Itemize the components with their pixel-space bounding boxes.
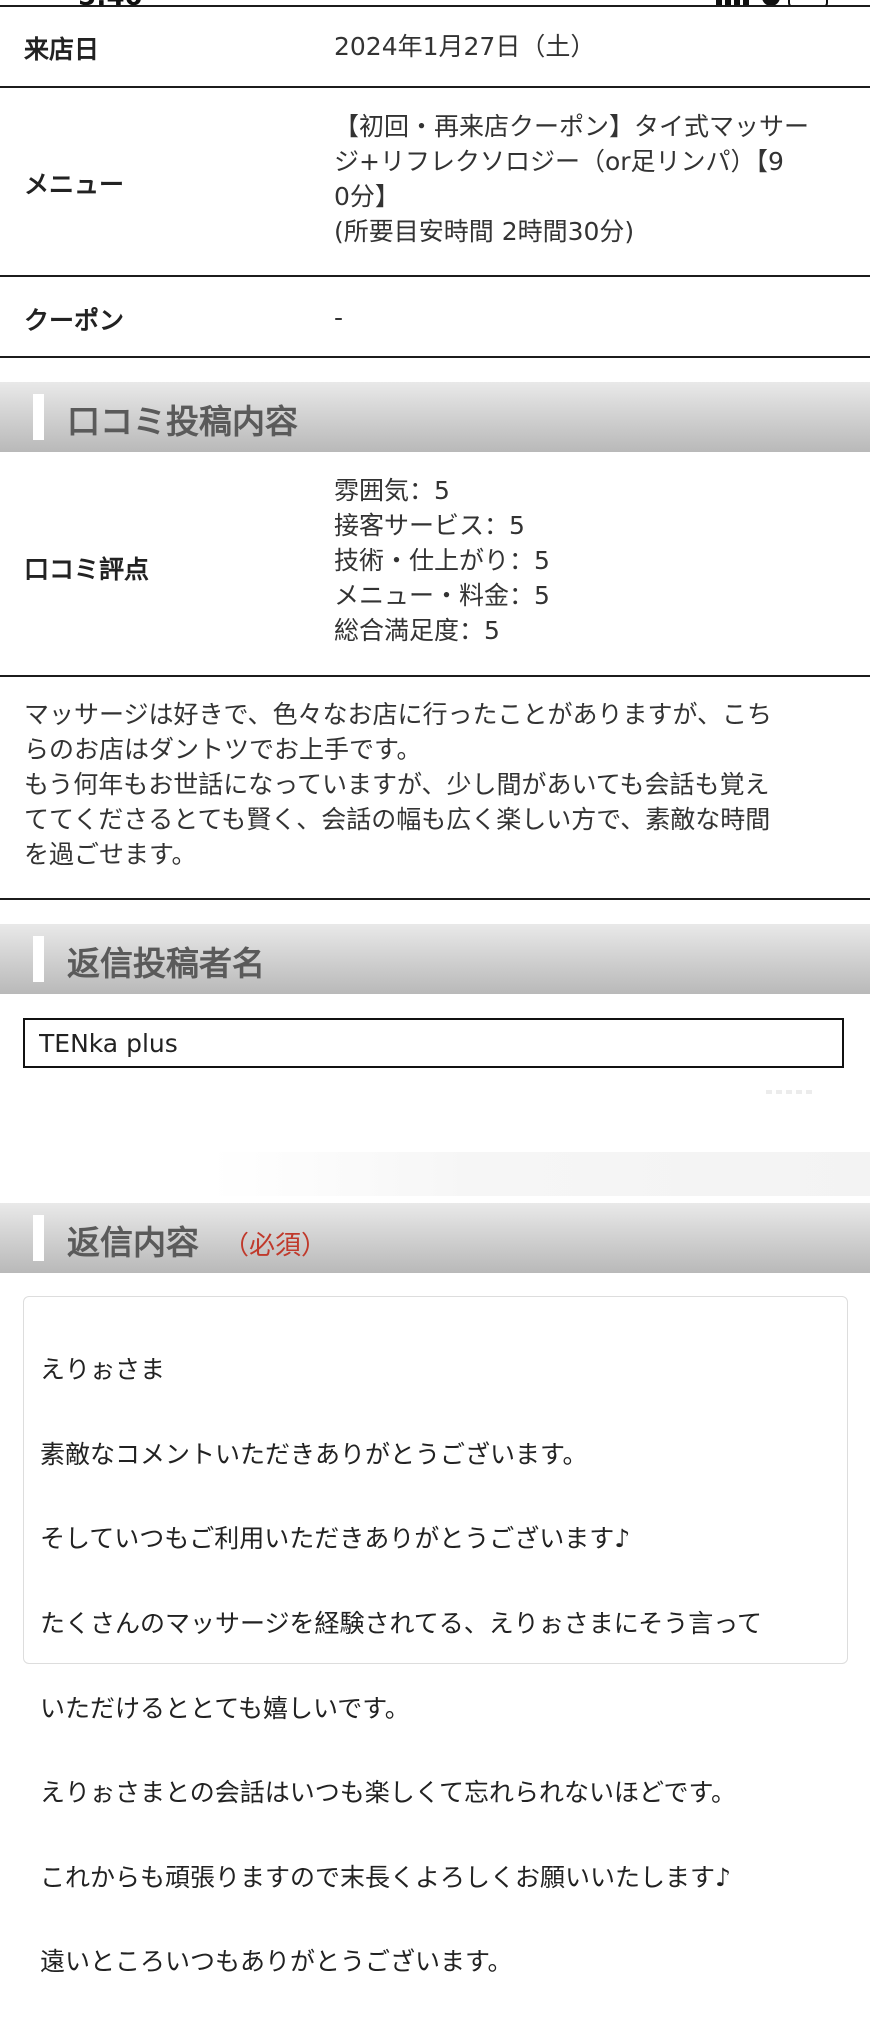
review-text-line: ててくださるとても賢く、会話の幅も広く楽しい方で、素敵な時間 [24,805,771,834]
review-text: マッサージは好きで、色々なお店に行ったことがありますが、こち らのお店はダントツ… [24,697,850,872]
menu-duration: (所要目安時間 2時間30分) [334,217,635,246]
faint-text [766,1090,816,1094]
menu-row: メニュー 【初回・再来店クーポン】タイ式マッサー ジ+リフレクソロジー（or足リ… [0,88,870,275]
coupon-label: クーポン [24,306,125,335]
review-text-line: を過ごせます。 [24,840,197,869]
rating-row: 口コミ評点 雰囲気：5 接客サービス：5 技術・仕上がり：5 メニュー・料金：5… [0,452,870,676]
reply-text-line: えりぉさま [40,1355,166,1385]
rating-item: 総合満足度：5 [334,616,500,645]
review-text-line: もう何年もお世話になっていますが、少し間があいても会話も覚え [24,770,770,799]
reply-text-line: これからも頑張りますので末長くよろしくお願いいたします♪ [40,1862,731,1892]
divider [0,675,870,677]
review-text-line: マッサージは好きで、色々なお店に行ったことがありますが、こち [24,700,773,729]
reply-author-section-header: 返信投稿者名 [0,924,870,994]
reply-text-line: 素敵なコメントいただきありがとうございます。 [40,1439,588,1469]
section-accent-bar [33,936,44,982]
reply-content-section-header: 返信内容 （必須） [0,1203,870,1273]
rating-item: メニュー・料金：5 [334,581,550,610]
section-accent-bar [33,1215,44,1261]
reply-text-line: いただけるととても嬉しいです。 [40,1693,410,1723]
reply-text-line: えりぉさまとの会話はいつも楽しくて忘れられないほどです。 [40,1778,737,1808]
reply-text-line: 遠いところいつもありがとうございます。 [40,1947,513,1977]
section-accent-bar [33,394,44,440]
menu-value: 【初回・再来店クーポン】タイ式マッサー ジ+リフレクソロジー（or足リンパ）【9… [334,109,854,249]
menu-value-line: 【初回・再来店クーポン】タイ式マッサー [334,112,810,141]
review-section-header: 口コミ投稿内容 [0,382,870,452]
rating-item: 雰囲気：5 [334,476,450,505]
visit-date-label: 来店日 [24,35,100,64]
menu-label: メニュー [24,170,125,199]
rating-label: 口コミ評点 [24,555,150,584]
divider [0,898,870,900]
visit-date-value: 2024年1月27日（土） [334,32,596,61]
coupon-row: クーポン - [0,277,870,357]
rating-list: 雰囲気：5 接客サービス：5 技術・仕上がり：5 メニュー・料金：5 総合満足度… [334,473,854,648]
review-section-title: 口コミ投稿内容 [67,402,298,441]
required-label: （必須） [223,1231,328,1261]
reply-content-textarea[interactable]: えりぉさま 素敵なコメントいただきありがとうございます。 そしていつもご利用いた… [23,1296,848,1976]
reply-text-line: そしていつもご利用いただきありがとうございます♪ [40,1524,631,1554]
reply-content-title-text: 返信内容 [67,1223,199,1262]
visit-date-row: 来店日 2024年1月27日（土） [0,7,870,87]
reply-author-section-title: 返信投稿者名 [67,944,265,983]
divider [0,356,870,358]
menu-value-line: 0分】 [334,182,400,211]
review-text-line: らのお店はダントツでお上手です。 [24,735,422,764]
reply-author-input[interactable] [23,1018,844,1068]
reply-content-text[interactable]: えりぉさま 素敵なコメントいただきありがとうございます。 そしていつもご利用いた… [40,1307,830,2026]
rating-item: 接客サービス：5 [334,511,525,540]
reply-content-section-title: 返信内容 （必須） [67,1216,327,1264]
rating-item: 技術・仕上がり：5 [334,546,550,575]
faint-band [210,1152,870,1196]
coupon-value: - [334,303,344,332]
menu-value-line: ジ+リフレクソロジー（or足リンパ）【9 [334,147,784,176]
reply-text-line: たくさんのマッサージを経験されてる、えりぉさまにそう言って [40,1609,763,1639]
